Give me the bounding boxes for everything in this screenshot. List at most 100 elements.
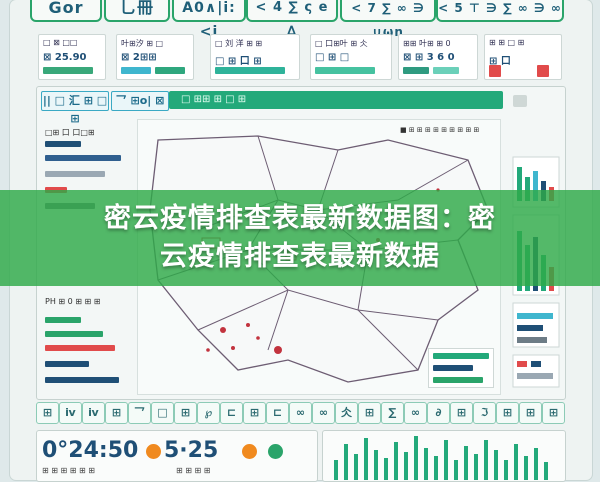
stat-title: □ 刘 洋 ⊞ ⊞ — [215, 39, 263, 48]
tab-3[interactable]: < 4 ∑ ς e ∆ — [246, 0, 338, 39]
key-0[interactable]: ⊞ — [36, 402, 59, 424]
key-7[interactable]: ℘ — [197, 402, 220, 424]
stat-card-5[interactable]: ⊞ ⊞ □ ⊞ ⊞ 口 — [484, 34, 562, 80]
key-22[interactable]: ⊞ — [542, 402, 565, 424]
key-label: □ — [157, 406, 168, 419]
key-label: ⊞ — [548, 406, 559, 419]
chip-1[interactable]: || □ 汇 ⊞ □ ⊞ — [41, 91, 109, 125]
stat-value: ⊠ 25.90 — [43, 52, 87, 63]
dashboard-header: || □ 汇 ⊞ □ ⊞ 乛 ⊞o| ⊠ □ ⊞⊞ ⊞ □ ⊞ — [37, 87, 503, 125]
key-11[interactable]: ∞ — [289, 402, 312, 424]
stat-value: ⊠ 2⊞⊞ — [121, 52, 157, 63]
key-18[interactable]: ⊞ — [450, 402, 473, 424]
bottom-caption-1: ⊞ ⊞ ⊞ ⊞ ⊞ ⊞ — [42, 466, 95, 475]
key-21[interactable]: ⊞ — [519, 402, 542, 424]
key-label: ∂ — [435, 406, 442, 419]
key-label: ⅳ — [65, 406, 76, 419]
banner-title: 密云疫情排查表最新数据图：密 云疫情排查表最新数据 — [0, 200, 600, 276]
map-legend — [428, 348, 494, 388]
key-12[interactable]: ∞ — [312, 402, 335, 424]
stat-bar — [433, 67, 459, 74]
key-17[interactable]: ∂ — [427, 402, 450, 424]
stat-bar — [155, 67, 185, 74]
status-dot — [268, 444, 283, 459]
tab-0[interactable]: Gᴏr — [30, 0, 102, 22]
key-13[interactable]: 仌 — [335, 402, 358, 424]
key-label: ⊏ — [272, 406, 283, 419]
key-1[interactable]: ⅳ — [59, 402, 82, 424]
legend-bar — [433, 353, 489, 359]
left-subheading: PH ⊞ 0 ⊞ ⊞ ⊞ — [45, 297, 101, 306]
status-dot — [242, 444, 257, 459]
stat-title: □ ⊠ □□ — [43, 38, 78, 47]
stat-bar — [215, 67, 285, 74]
key-9[interactable]: ⊞ — [243, 402, 266, 424]
key-3[interactable]: ⊞ — [105, 402, 128, 424]
key-label: ∞ — [318, 406, 329, 419]
stat-card-3[interactable]: □ 口⊞叶 ⊞ 仌 □ ⊞ □ — [310, 34, 392, 80]
key-8[interactable]: ⊏ — [220, 402, 243, 424]
status-dot — [146, 444, 161, 459]
stat-bar — [403, 67, 429, 74]
tab-label: Gᴏr — [48, 0, 84, 17]
tab-label: < 5 ⊤ ∋ ∑ ∞ ∋ ∞ — [438, 1, 562, 15]
stat-bar — [489, 65, 501, 77]
key-16[interactable]: ∞ — [404, 402, 427, 424]
tab-label: 乚冊 — [119, 0, 154, 17]
banner-line-1: 密云疫情排查表最新数据图：密 — [104, 203, 496, 234]
key-20[interactable]: ⊞ — [496, 402, 519, 424]
filter-key-row: ⊞ ⅳ ⅳ ⊞ 乛 □ ⊞ ℘ ⊏ ⊞ ⊏ ∞ ∞ 仌 ⊞ ∑ ∞ ∂ ⊞ ℑ … — [36, 402, 565, 424]
key-label: 仌 — [341, 406, 352, 419]
left-bar — [45, 361, 89, 367]
stat-bar — [537, 65, 549, 77]
key-label: ⊞ — [249, 406, 260, 419]
left-bar — [45, 317, 81, 323]
stat-bar — [43, 67, 93, 74]
stat-card-0[interactable]: □ ⊠ □□ ⊠ 25.90 — [38, 34, 106, 80]
legend-bar — [433, 365, 473, 371]
stat-card-4[interactable]: ⊞⊞ 叶⊞ ⊞ 0 ⊠ ⊞ 3 6 0 — [398, 34, 478, 80]
key-4[interactable]: 乛 — [128, 402, 151, 424]
tab-5[interactable]: < 5 ⊤ ∋ ∑ ∞ ∋ ∞ — [436, 0, 564, 22]
key-label: ∑ — [388, 406, 397, 419]
tab-1[interactable]: 乚冊 — [104, 0, 170, 22]
key-10[interactable]: ⊏ — [266, 402, 289, 424]
left-bar — [45, 171, 105, 177]
key-label: ⊞ — [180, 406, 191, 419]
stat-bar — [121, 67, 151, 74]
tab-4[interactable]: < 7 ∑ ∞ ∋ ∪ωn — [340, 0, 436, 39]
left-bar — [45, 155, 121, 161]
key-label: ℘ — [204, 406, 213, 419]
chip-2[interactable]: 乛 ⊞o| ⊠ — [111, 91, 169, 111]
tab-2[interactable]: A0∧|ⅰ: <i — [172, 0, 246, 40]
key-15[interactable]: ∑ — [381, 402, 404, 424]
bottom-bar-chart — [334, 436, 548, 480]
stat-card-2[interactable]: □ 刘 洋 ⊞ ⊞ □ ⊞ 口 ⊞ — [210, 34, 300, 80]
count-readout: 5·25 — [164, 438, 219, 463]
stat-title: ⊞ ⊞ □ ⊞ — [489, 38, 525, 47]
key-label: ∞ — [410, 406, 421, 419]
stat-value: □ ⊞ 口 ⊞ — [215, 56, 262, 67]
key-label: 乛 — [134, 406, 145, 419]
stat-bar — [315, 67, 375, 74]
chip-label: || □ 汇 ⊞ □ ⊞ — [42, 94, 108, 125]
key-label: ⊞ — [111, 406, 122, 419]
key-2[interactable]: ⅳ — [82, 402, 105, 424]
stat-title: □ 口⊞叶 ⊞ 仌 — [315, 39, 368, 48]
stat-card-1[interactable]: 叶⊞汐 ⊞ □ ⊠ 2⊞⊞ — [116, 34, 194, 80]
key-6[interactable]: ⊞ — [174, 402, 197, 424]
stat-title: ⊞⊞ 叶⊞ ⊞ 0 — [403, 39, 451, 48]
bottom-caption-2: ⊞ ⊞ ⊞ ⊞ — [176, 466, 211, 475]
key-label: ⅳ — [88, 406, 99, 419]
key-label: ⊞ — [525, 406, 536, 419]
key-label: ∞ — [295, 406, 306, 419]
section-title-bar: □ ⊞⊞ ⊞ □ ⊞ — [169, 91, 503, 109]
chip-label: 乛 ⊞o| ⊠ — [115, 94, 165, 107]
key-19[interactable]: ℑ — [473, 402, 496, 424]
key-label: ⊞ — [502, 406, 513, 419]
settings-button[interactable] — [513, 95, 527, 107]
stats-row: □ ⊠ □□ ⊠ 25.90 叶⊞汐 ⊞ □ ⊠ 2⊞⊞ □ 刘 洋 ⊞ ⊞ □… — [38, 34, 562, 82]
left-heading: □⊞ 口 口□⊞ — [45, 128, 95, 137]
key-14[interactable]: ⊞ — [358, 402, 381, 424]
key-5[interactable]: □ — [151, 402, 174, 424]
